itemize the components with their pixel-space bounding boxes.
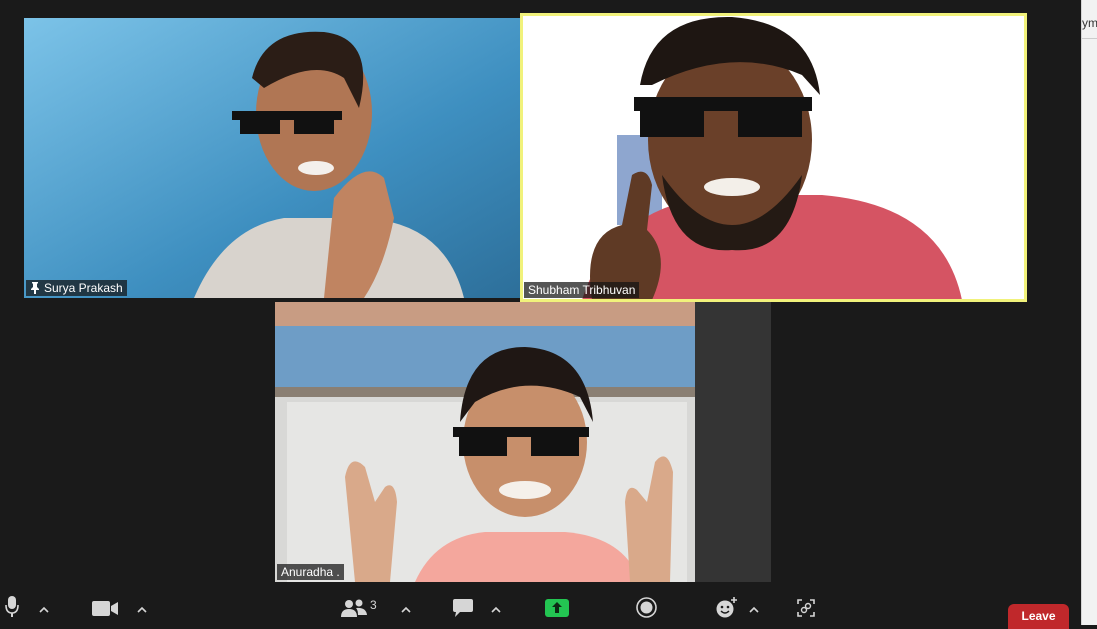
participant-name: Surya Prakash: [44, 281, 123, 295]
video-tile-surya-prakash[interactable]: Surya Prakash: [24, 18, 520, 298]
reactions-icon: [716, 597, 738, 618]
stop-video-button[interactable]: [92, 601, 118, 616]
participants-button[interactable]: 3: [341, 598, 377, 617]
participant-name-tag: Surya Prakash: [26, 280, 127, 296]
video-tile-shubham-tribhuvan[interactable]: Shubham Tribhuvan: [520, 13, 1027, 302]
background-window-strip: ym: [1081, 0, 1097, 625]
leave-button[interactable]: Leave: [1008, 604, 1069, 629]
participant-name-tag: Anuradha .: [277, 564, 344, 580]
participant-name: Anuradha .: [281, 565, 340, 579]
apps-button[interactable]: [797, 599, 815, 617]
share-screen-icon: [545, 599, 569, 617]
reactions-button[interactable]: [716, 597, 738, 618]
participants-icon: [341, 599, 367, 617]
chat-icon: [453, 599, 473, 617]
divider: [1082, 38, 1097, 39]
record-icon: [636, 597, 657, 618]
caret-up-icon[interactable]: [137, 601, 147, 613]
participants-count: 3: [370, 598, 377, 612]
video-feed: [275, 302, 771, 582]
chat-button[interactable]: [453, 599, 473, 617]
caret-up-icon[interactable]: [39, 601, 49, 613]
meeting-toolbar: 3: [0, 588, 1081, 625]
microphone-icon: [5, 596, 19, 618]
caret-up-icon[interactable]: [491, 601, 501, 613]
video-camera-icon: [92, 601, 118, 616]
apps-icon: [797, 599, 815, 617]
background-window-text: ym: [1082, 16, 1097, 30]
share-screen-button[interactable]: [545, 599, 569, 617]
mute-button[interactable]: [5, 596, 19, 618]
participant-name: Shubham Tribhuvan: [528, 283, 636, 297]
video-feed: [24, 18, 520, 298]
caret-up-icon[interactable]: [749, 601, 759, 613]
record-button[interactable]: [636, 597, 657, 618]
pin-icon: [30, 282, 40, 294]
video-feed: [522, 15, 1025, 300]
caret-up-icon[interactable]: [401, 601, 411, 613]
participant-name-tag: Shubham Tribhuvan: [524, 282, 640, 298]
video-tile-anuradha[interactable]: Anuradha .: [275, 302, 771, 582]
